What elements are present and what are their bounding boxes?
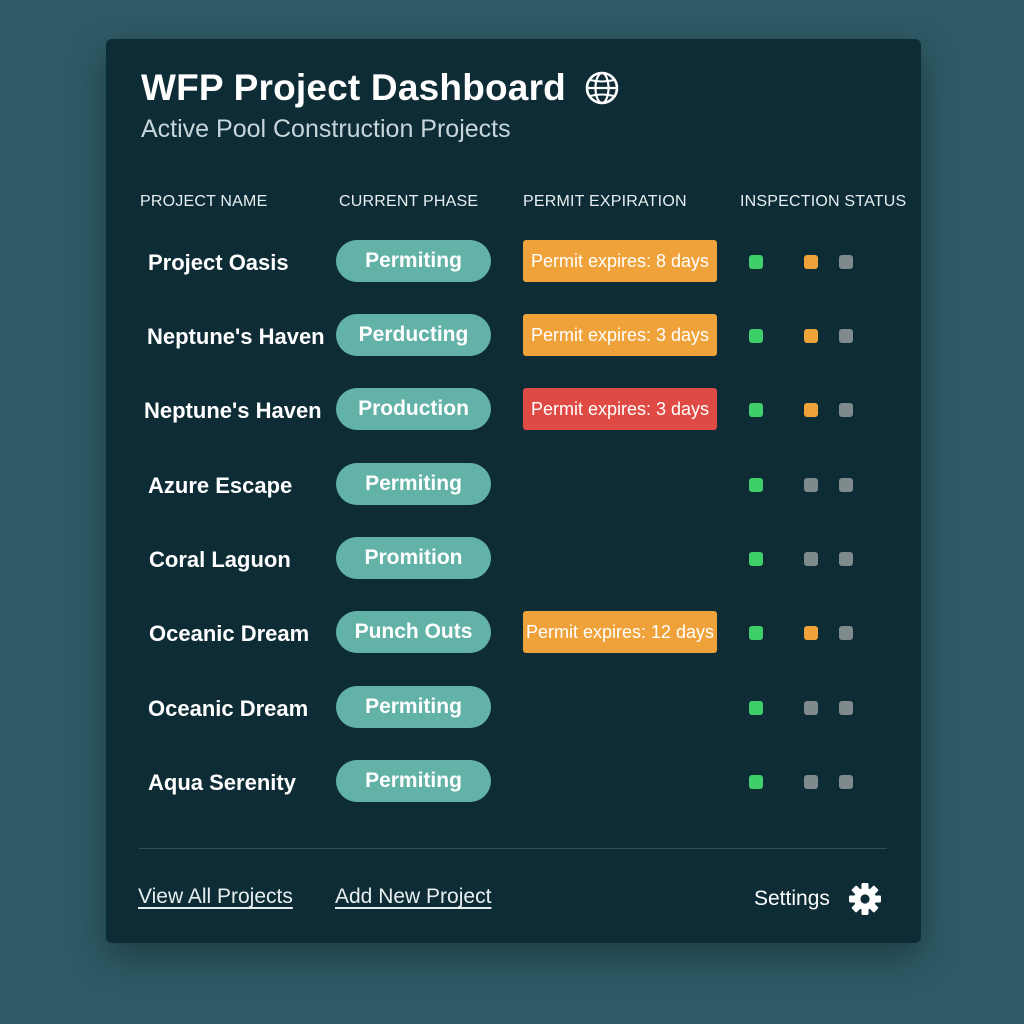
permit-expiration-badge: Permit expires: 8 days <box>523 240 717 282</box>
table-row[interactable]: Project Oasis Permiting Permit expires: 8 … <box>106 240 921 284</box>
project-name: Oceanic Dream <box>149 621 310 646</box>
settings-button[interactable]: Settings <box>754 882 882 916</box>
inspection-status-indicator <box>749 701 763 715</box>
project-name: Project Oasis <box>148 250 289 275</box>
column-header-inspection-status: INSPECTION STATUS <box>740 193 907 210</box>
gear-icon <box>848 883 881 915</box>
view-all-projects-link[interactable]: View All Projects <box>138 885 293 909</box>
dashboard-card: WFP Project Dashboard Active Pool Constr… <box>106 39 921 943</box>
inspection-status-indicator <box>839 701 853 715</box>
inspection-status-indicator <box>839 626 853 640</box>
inspection-status-indicator <box>749 478 763 492</box>
inspection-status-indicator <box>749 775 763 789</box>
inspection-status-indicator <box>839 403 853 417</box>
project-name: Coral Laguon <box>149 547 291 572</box>
column-header-permit-expiration: PERMIT EXPIRATION <box>523 193 687 210</box>
project-name: Oceanic Dream <box>148 696 309 721</box>
phase-badge[interactable]: Punch Outs <box>336 611 491 653</box>
globe-icon <box>585 71 619 105</box>
project-name: Neptune's Haven <box>144 398 322 423</box>
inspection-status-indicator <box>804 626 818 640</box>
add-new-project-link[interactable]: Add New Project <box>335 885 491 909</box>
phase-badge[interactable]: Production <box>336 388 491 430</box>
table-row[interactable]: Coral Laguon Promition <box>106 537 921 581</box>
phase-badge[interactable]: Perducting <box>336 314 491 356</box>
table-row[interactable]: Aqua Serenity Permiting <box>106 760 921 804</box>
permit-expiration-badge: Permit expires: 3 days <box>523 314 717 356</box>
inspection-status-indicator <box>839 552 853 566</box>
phase-badge[interactable]: Permiting <box>336 463 491 505</box>
inspection-status-indicator <box>804 701 818 715</box>
inspection-status-indicator <box>839 775 853 789</box>
inspection-status-indicator <box>749 403 763 417</box>
permit-expiration-badge: Permit expires: 3 days <box>523 388 717 430</box>
table-row[interactable]: Neptune's Haven Perducting Permit expires:… <box>106 314 921 358</box>
column-header-project-name: PROJECT NAME <box>140 193 268 210</box>
inspection-status-indicator <box>839 329 853 343</box>
footer-divider <box>139 848 887 849</box>
inspection-status-indicator <box>804 552 818 566</box>
page-title: WFP Project Dashboard <box>141 67 566 108</box>
inspection-status-indicator <box>804 255 818 269</box>
inspection-status-indicator <box>749 255 763 269</box>
phase-badge[interactable]: Promition <box>336 537 491 579</box>
inspection-status-indicator <box>749 626 763 640</box>
inspection-status-indicator <box>804 329 818 343</box>
page-subtitle: Active Pool Construction Projects <box>141 115 511 143</box>
inspection-status-indicator <box>804 403 818 417</box>
phase-badge[interactable]: Permiting <box>336 760 491 802</box>
table-row[interactable]: Neptune's Haven Production Permit expires:… <box>106 388 921 432</box>
project-name: Aqua Serenity <box>148 770 296 795</box>
inspection-status-indicator <box>749 329 763 343</box>
inspection-status-indicator <box>839 478 853 492</box>
settings-label: Settings <box>754 887 830 910</box>
inspection-status-indicator <box>804 478 818 492</box>
phase-badge[interactable]: Permiting <box>336 240 491 282</box>
inspection-status-indicator <box>804 775 818 789</box>
table-row[interactable]: Oceanic Dream Punch Outs Permit expires: 1… <box>106 611 921 655</box>
project-name: Neptune's Haven <box>147 324 325 349</box>
inspection-status-indicator <box>839 255 853 269</box>
project-name: Azure Escape <box>148 473 293 498</box>
permit-expiration-badge: Permit expires: 12 days <box>523 611 717 653</box>
phase-badge[interactable]: Permiting <box>336 686 491 728</box>
table-row[interactable]: Azure Escape Permiting <box>106 463 921 507</box>
column-header-current-phase: CURRENT PHASE <box>339 193 479 210</box>
table-row[interactable]: Oceanic Dream Permiting <box>106 686 921 730</box>
title-row: WFP Project Dashboard <box>141 67 620 109</box>
inspection-status-indicator <box>749 552 763 566</box>
